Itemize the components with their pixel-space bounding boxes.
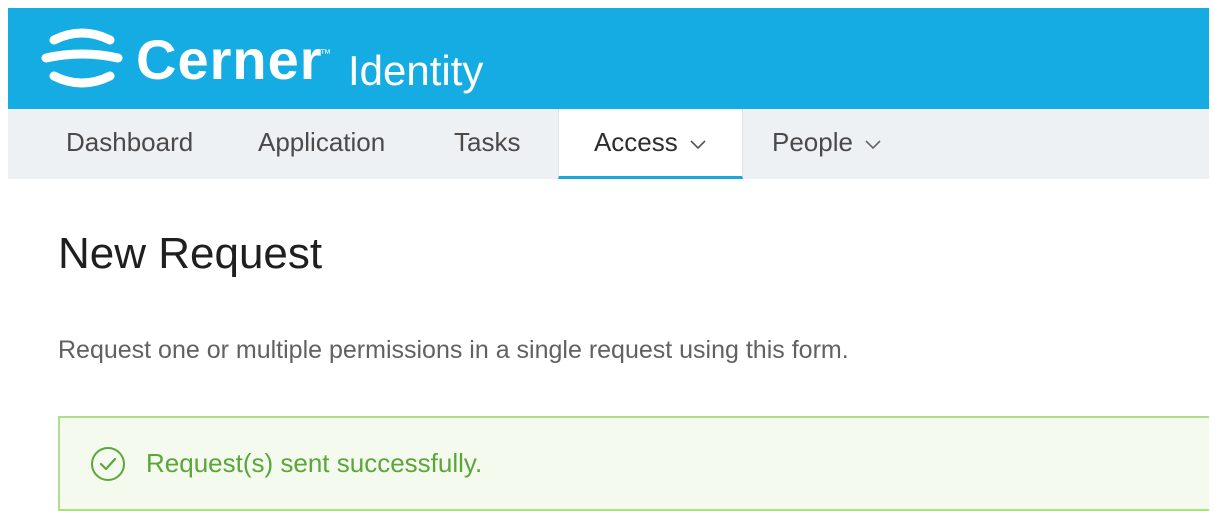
product-name: Identity — [348, 47, 484, 94]
brand-name: Cerner — [136, 28, 323, 91]
nav-item-tasks[interactable]: Tasks — [454, 109, 520, 179]
main-nav: Dashboard Application Tasks Access Peopl… — [8, 109, 1209, 179]
chevron-down-icon — [865, 140, 881, 150]
app-header: Cerner ™ Identity — [8, 8, 1209, 109]
cerner-logo-icon[interactable] — [40, 28, 124, 90]
page-description: Request one or multiple permissions in a… — [58, 336, 849, 364]
success-alert: Request(s) sent successfully. — [58, 416, 1209, 511]
check-circle-icon — [91, 447, 125, 481]
nav-item-label: Dashboard — [66, 127, 194, 157]
alert-message: Request(s) sent successfully. — [146, 448, 483, 478]
nav-item-label: People — [772, 127, 853, 157]
nav-item-label: Application — [258, 127, 386, 157]
trademark-mark: ™ — [320, 48, 331, 60]
nav-item-application[interactable]: Application — [258, 109, 385, 179]
nav-item-people[interactable]: People — [772, 109, 882, 179]
chevron-down-icon — [690, 140, 706, 150]
nav-item-access[interactable]: Access — [558, 109, 743, 179]
nav-item-dashboard[interactable]: Dashboard — [66, 109, 193, 179]
nav-item-label: Access — [593, 127, 678, 157]
nav-item-label: Tasks — [454, 127, 521, 157]
page-title: New Request — [58, 229, 323, 278]
